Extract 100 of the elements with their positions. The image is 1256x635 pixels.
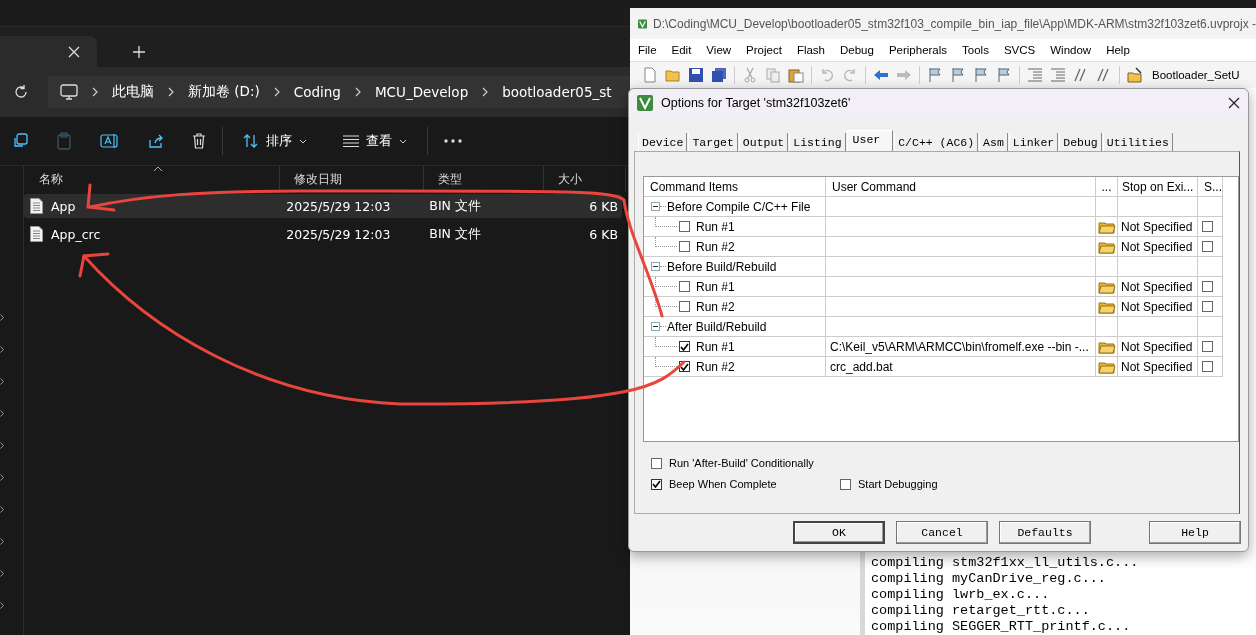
stop-on-exit-value[interactable]: Not Specified — [1118, 217, 1198, 237]
menu-item[interactable]: Help — [1106, 44, 1130, 56]
checkbox[interactable] — [679, 281, 690, 292]
menu-item[interactable]: Edit — [671, 44, 692, 56]
wand-icon[interactable] — [1127, 67, 1143, 83]
rename-icon[interactable] — [100, 133, 120, 149]
save-icon[interactable] — [688, 67, 704, 83]
folder-icon[interactable] — [1097, 279, 1116, 294]
command-field[interactable]: C:\Keil_v5\ARM\ARMCC\bin\fromelf.exe --bin -... — [826, 337, 1096, 357]
command-field[interactable] — [826, 297, 1096, 317]
chevron-icon[interactable] — [0, 538, 4, 545]
flag-icon[interactable] — [973, 67, 989, 83]
breadcrumb-item[interactable]: bootloader05_st — [502, 84, 612, 100]
breadcrumb-item[interactable]: MCU_Develop — [374, 84, 469, 100]
collapse-icon[interactable] — [651, 202, 660, 211]
trash-icon[interactable] — [192, 133, 206, 149]
view-button[interactable]: 查看 — [339, 128, 411, 154]
column-header[interactable]: 大小 — [544, 166, 626, 192]
dialog-tab[interactable]: Linker — [1008, 133, 1059, 151]
target-name[interactable]: Bootloader_SetU — [1152, 69, 1240, 81]
dialog-tab[interactable]: Target — [688, 133, 738, 151]
command-field[interactable]: crc_add.bat — [826, 357, 1096, 377]
chevron-icon[interactable] — [0, 570, 4, 577]
chevron-icon[interactable] — [0, 410, 4, 417]
dialog-button[interactable]: Defaults — [999, 521, 1091, 544]
chevron-icon[interactable] — [0, 442, 4, 449]
clipboard-icon[interactable] — [56, 132, 72, 150]
breadcrumb-item[interactable]: 新加卷 (D:) — [188, 83, 260, 101]
sort-button[interactable]: 排序 — [239, 128, 311, 154]
checkbox[interactable] — [679, 341, 690, 352]
share-icon[interactable] — [148, 133, 164, 149]
chevron-icon[interactable] — [0, 474, 4, 481]
collapse-icon[interactable] — [651, 322, 660, 331]
dialog-tab[interactable]: Utilities — [1102, 133, 1173, 151]
dialog-tab[interactable]: Asm — [979, 133, 1008, 151]
chevron-icon[interactable] — [0, 602, 4, 609]
copy-icon[interactable] — [12, 133, 28, 149]
dialog-tab[interactable]: C/C++ (AC6) — [894, 133, 979, 151]
dialog-tab[interactable]: Debug — [1059, 133, 1102, 151]
refresh-icon[interactable] — [14, 85, 28, 99]
flag-icon[interactable] — [927, 67, 943, 83]
menu-item[interactable]: File — [638, 44, 657, 56]
stop-on-exit-value[interactable]: Not Specified — [1118, 277, 1198, 297]
more-icon[interactable] — [444, 139, 462, 143]
file-row[interactable]: App_crc 2025/5/29 12:03 BIN 文件 6 KB — [24, 222, 622, 246]
save-all-icon[interactable] — [711, 67, 727, 83]
checkbox[interactable] — [1202, 301, 1213, 312]
checkbox[interactable] — [651, 478, 662, 490]
checkbox[interactable] — [651, 457, 662, 469]
breadcrumb-item[interactable]: 此电脑 — [112, 83, 154, 101]
new-tab-icon[interactable] — [133, 46, 145, 58]
menu-item[interactable]: Project — [746, 44, 782, 56]
checkbox[interactable] — [840, 478, 851, 490]
folder-icon[interactable] — [1097, 239, 1116, 254]
menu-item[interactable]: SVCS — [1003, 44, 1036, 56]
dialog-button[interactable]: Cancel — [896, 521, 988, 544]
checkbox[interactable] — [1202, 281, 1213, 292]
checkbox[interactable] — [1202, 221, 1213, 232]
dialog-tab[interactable]: User — [846, 130, 894, 152]
folder-icon[interactable] — [1097, 219, 1116, 234]
checkbox[interactable] — [679, 241, 690, 252]
dialog-button[interactable]: OK — [793, 521, 885, 544]
file-row[interactable]: App 2025/5/29 12:03 BIN 文件 6 KB — [24, 194, 622, 218]
menu-item[interactable]: View — [706, 44, 732, 56]
command-field[interactable] — [826, 277, 1096, 297]
menu-item[interactable]: Tools — [962, 44, 989, 56]
dialog-tab[interactable]: Output — [738, 133, 789, 151]
collapse-icon[interactable] — [651, 262, 660, 271]
stop-on-exit-value[interactable]: Not Specified — [1118, 237, 1198, 257]
chevron-icon[interactable] — [0, 378, 4, 385]
breadcrumb-item[interactable]: Coding — [293, 84, 341, 100]
menu-item[interactable]: Flash — [796, 44, 825, 56]
menu-item[interactable]: Debug — [840, 44, 874, 56]
close-icon[interactable] — [1228, 97, 1240, 109]
folder-icon[interactable] — [1097, 299, 1116, 314]
folder-icon[interactable] — [1097, 339, 1116, 354]
menu-item[interactable]: Peripherals — [888, 44, 948, 56]
dialog-tab[interactable]: Device — [638, 133, 688, 151]
dialog-tab[interactable]: Listing — [789, 133, 846, 151]
address-bar[interactable]: 此电脑 新加卷 (D:) Coding MCU_Develop bootloader05_st — [48, 76, 630, 108]
stop-on-exit-value[interactable]: Not Specified — [1118, 357, 1198, 377]
stop-on-exit-value[interactable]: Not Specified — [1118, 297, 1198, 317]
menu-item[interactable]: Window — [1050, 44, 1092, 56]
checkbox[interactable] — [1202, 341, 1213, 352]
checkbox[interactable] — [679, 361, 690, 372]
stop-on-exit-value[interactable]: Not Specified — [1118, 337, 1198, 357]
flag-icon[interactable] — [950, 67, 966, 83]
column-header[interactable]: 修改日期 — [280, 166, 424, 192]
command-field[interactable] — [826, 217, 1096, 237]
dialog-button[interactable]: Help — [1149, 521, 1241, 544]
flag-icon[interactable] — [996, 67, 1012, 83]
checkbox[interactable] — [679, 301, 690, 312]
folder-icon[interactable] — [1097, 359, 1116, 374]
command-field[interactable] — [826, 237, 1096, 257]
column-header[interactable]: 名称 — [24, 166, 280, 192]
chevron-icon[interactable] — [0, 346, 4, 353]
paste-icon[interactable] — [788, 67, 804, 83]
chevron-icon[interactable] — [0, 506, 4, 513]
checkbox[interactable] — [1202, 361, 1213, 372]
column-header[interactable]: 类型 — [424, 166, 544, 192]
